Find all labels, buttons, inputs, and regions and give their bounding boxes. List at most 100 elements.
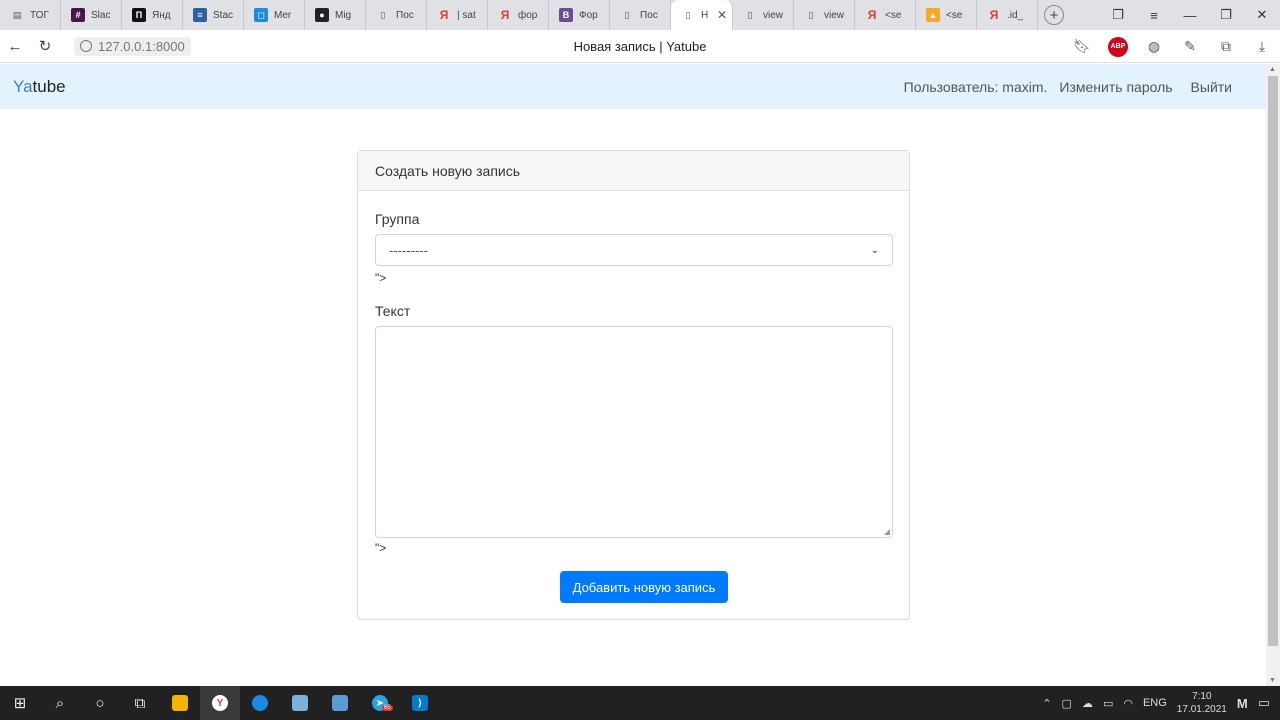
text-label: Текст [375,303,411,319]
close-window-button[interactable]: ✕ [1244,7,1280,23]
browser-tab[interactable]: ▯ view [733,0,794,30]
tab-label: <se [885,9,902,21]
mail-app-icon[interactable]: M [1237,696,1248,711]
address-bar: ← ↻ 127.0.0.1:8000 Новая запись | Yatube… [0,30,1280,63]
yandex-icon: Я [439,8,449,22]
browser-tab[interactable]: П Янд [122,0,183,30]
windows-start-icon[interactable]: ⊞ [0,686,40,720]
browser-tab[interactable]: # Slac [61,0,122,30]
browser-tab[interactable]: ▯ Пос [366,0,427,30]
scroll-up-icon[interactable]: ▲ [1269,66,1276,73]
change-password-link[interactable]: Изменить пароль [1059,79,1172,95]
stackoverflow-icon: ≡ [193,8,207,22]
browser-tab-strip: ▤ ТОГ # Slac П Янд ≡ Stac ◻ Mer ● Mig ▯ Пос Я | sat Яфор… [0,0,1280,30]
bookmark-icon[interactable]: 🔖︎ [1072,38,1092,55]
minimize-button[interactable]: — [1172,8,1208,23]
page-icon: ▯ [624,9,630,20]
browser-tab[interactable]: ≡ Stac [183,0,244,30]
browser-tab[interactable]: ◻ Mer [244,0,305,30]
browser-tab[interactable]: ▲ <se [916,0,977,30]
file-explorer-icon[interactable] [160,686,200,720]
telegram-icon[interactable]: ➤ 65 [360,686,400,720]
github-icon: ● [315,8,329,22]
scroll-down-icon[interactable]: ▼ [1269,677,1276,684]
tab-label: Mig [335,9,352,21]
battery-icon[interactable]: ▭ [1103,697,1113,710]
vertical-scrollbar[interactable]: ▲ ▼ [1266,64,1280,686]
url-text: 127.0.0.1:8000 [98,38,185,54]
image-icon: ▲ [926,8,940,22]
logout-link[interactable]: Выйти [1191,79,1232,95]
back-button[interactable]: ← [0,38,30,55]
browser-tab[interactable]: Яфор [488,0,549,30]
notifications-icon[interactable]: ▭ [1258,695,1270,711]
globe-icon [80,40,92,52]
tab-label: view [824,9,845,21]
maximize-button[interactable]: ❐ [1208,7,1244,23]
browser-tab[interactable]: ▯ Н ✕ [671,0,733,30]
notepad-icon[interactable] [280,686,320,720]
slack-icon: # [71,8,85,22]
tab-label: фор [518,9,538,21]
tab-label: Н [701,9,709,21]
pen-icon[interactable]: ✎ [1180,38,1200,55]
download-icon[interactable]: ⤓ [1252,38,1272,55]
search-icon[interactable]: ⌕ [40,686,80,720]
browser-tab[interactable]: ▯ Пос [610,0,671,30]
vscode-icon[interactable]: ⟩ [400,686,440,720]
show-hidden-icons[interactable]: ⌃ [1042,697,1051,710]
clock[interactable]: 7:10 17.01.2021 [1177,690,1227,716]
url-field[interactable]: 127.0.0.1:8000 [74,36,191,56]
page-icon: ▯ [747,9,753,20]
wifi-icon[interactable]: ◠ [1123,697,1133,710]
card-header: Создать новую запись [358,151,909,191]
tab-label: Mer [274,9,292,21]
browser-tab[interactable]: Я .id_ [977,0,1038,30]
yandex-icon: Я [500,8,510,22]
browser-tab[interactable]: Я | sat [427,0,488,30]
browser-tab[interactable]: ● Mig [305,0,366,30]
translate-icon[interactable]: ⧉ [1216,38,1236,55]
language-indicator[interactable]: ENG [1143,697,1167,709]
yandex-icon: Я [867,8,877,22]
text-textarea[interactable]: ◢ [375,326,893,538]
tab-label: Slac [91,9,111,21]
browser-tab[interactable]: Я <se [855,0,916,30]
browser-tab[interactable]: ▯ view [794,0,855,30]
close-tab-icon[interactable]: ✕ [717,8,727,22]
tab-manager-icon[interactable]: ❐ [1100,7,1136,23]
tab-label: Фор [579,9,598,21]
browser-tab[interactable]: ▤ ТОГ [0,0,61,30]
reload-button[interactable]: ↻ [30,37,60,55]
vpn-globe-icon[interactable]: ◍ [1144,38,1164,55]
adblock-icon[interactable]: ABP [1108,36,1128,57]
edge-icon[interactable] [240,686,280,720]
new-tab-button[interactable]: + [1044,5,1064,25]
tab-label: .id_ [1007,9,1024,21]
task-view-icon[interactable]: ⧉ [120,686,160,720]
onedrive-icon[interactable]: ☁ [1082,697,1093,710]
group-label: Группа [375,211,420,227]
chat-icon: ◻ [254,8,268,22]
tab-label: view [763,9,784,21]
image-viewer-icon[interactable] [320,686,360,720]
template-residue: "> [375,541,387,555]
brand-logo[interactable]: Yatube [13,77,66,97]
browser-tab[interactable]: B Фор [549,0,610,30]
vk-b-icon: B [559,8,573,22]
menu-icon[interactable]: ≡ [1136,8,1172,23]
tab-label: ТОГ [30,9,49,21]
tab-label: Пос [640,9,658,21]
tab-label: Stac [213,9,234,21]
yandex-browser-icon[interactable]: Y [200,686,240,720]
group-select[interactable]: --------- ⌄ [375,234,893,266]
submit-button[interactable]: Добавить новую запись [560,571,728,603]
page-icon: ▯ [685,9,691,20]
device-icon[interactable]: ▢ [1062,697,1072,710]
cortana-icon[interactable]: ○ [80,686,120,720]
tab-label: | sat [457,9,476,21]
scroll-thumb[interactable] [1268,76,1278,646]
resize-grip-icon[interactable]: ◢ [884,527,890,536]
site-navbar: Yatube Пользователь: maxim. Изменить пар… [0,64,1266,109]
document-icon: ▤ [12,9,22,20]
